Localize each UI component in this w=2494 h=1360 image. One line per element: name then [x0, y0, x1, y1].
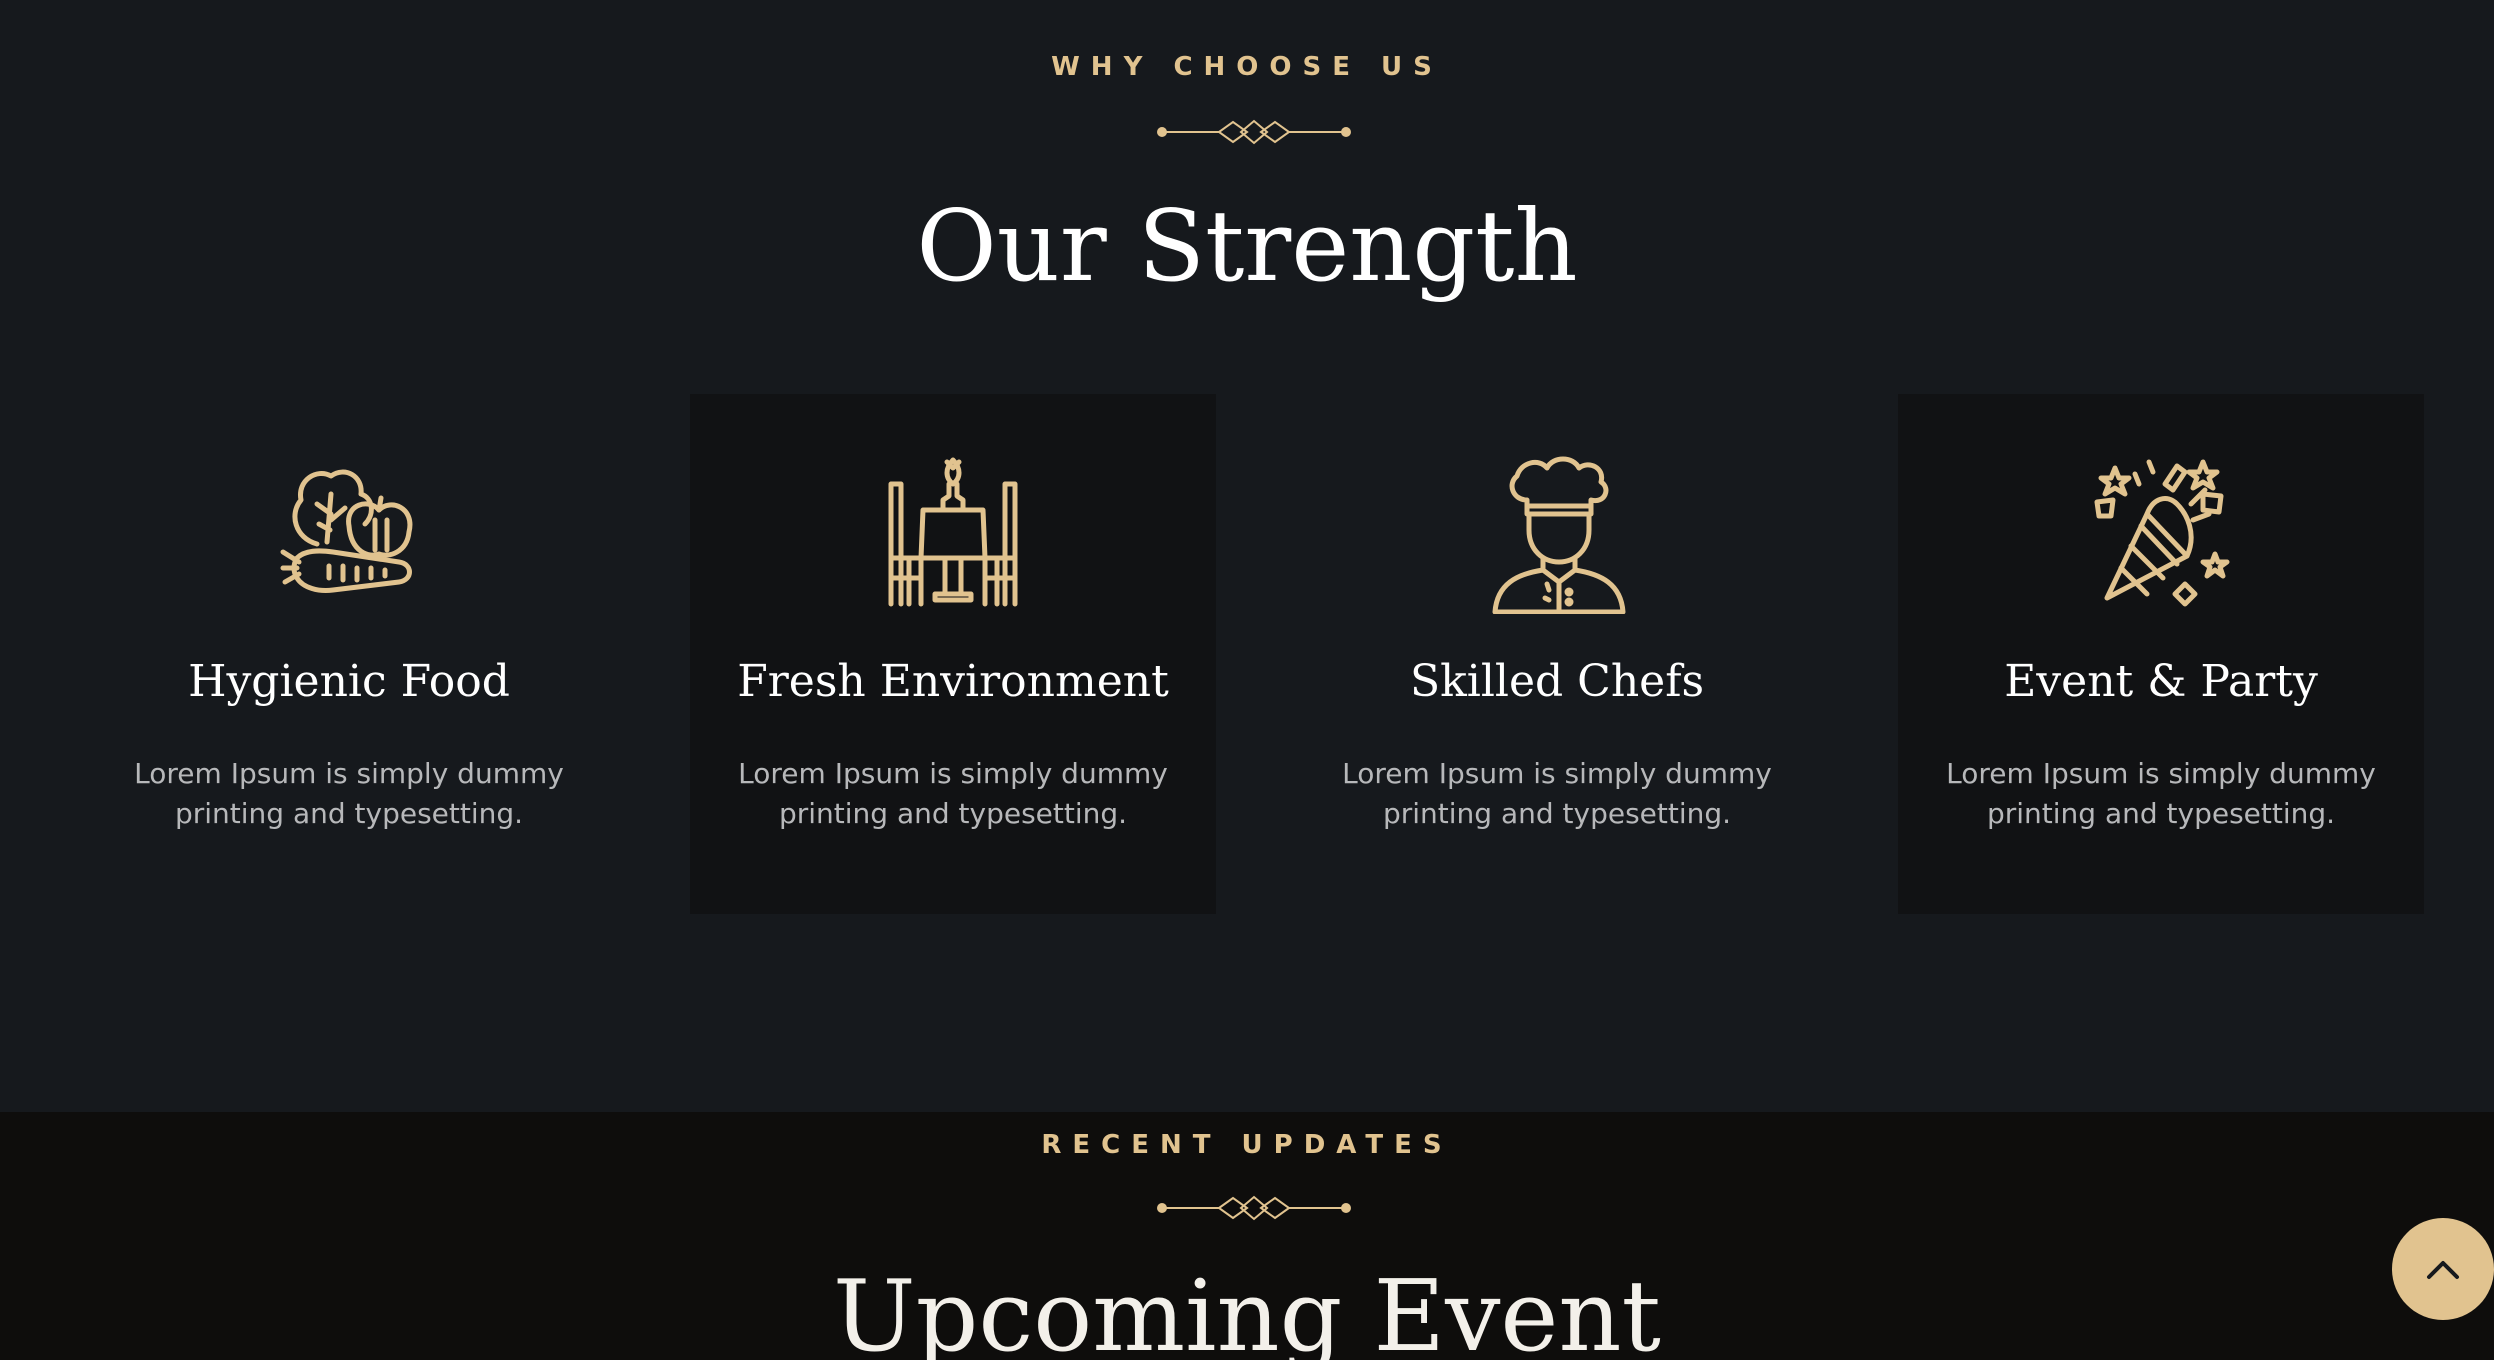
feature-description-line: printing and typesetting. [1986, 797, 2336, 830]
vegetables-icon [280, 469, 413, 593]
feature-description: Lorem Ipsum is simply dummy printing and… [730, 754, 1176, 834]
updates-section: RECENT UPDATES Upcoming Event [0, 1112, 2494, 1360]
scroll-to-top-button[interactable] [2392, 1218, 2494, 1320]
feature-description-line: Lorem Ipsum is simply dummy [1946, 757, 2376, 790]
feature-cards: Hygienic Food Lorem Ipsum is simply dumm… [86, 394, 2424, 914]
feature-description: Lorem Ipsum is simply dummy printing and… [1938, 754, 2384, 834]
feature-card-hygienic-food: Hygienic Food Lorem Ipsum is simply dumm… [86, 394, 612, 914]
chef-icon [1492, 456, 1626, 614]
section-heading: Our Strength [916, 190, 1578, 304]
section-eyebrow: RECENT UPDATES [1041, 1130, 1453, 1160]
feature-description-line: Lorem Ipsum is simply dummy [134, 757, 564, 790]
feature-card-skilled-chefs: Skilled Chefs Lorem Ipsum is simply dumm… [1294, 394, 1820, 914]
feature-description-line: Lorem Ipsum is simply dummy [1342, 757, 1772, 790]
feature-title: Event & Party [2004, 656, 2318, 707]
party-popper-icon [2094, 459, 2230, 607]
ornament-divider-icon [1157, 1195, 1351, 1221]
feature-card-fresh-environment: Fresh Environment Lorem Ipsum is simply … [690, 394, 1216, 914]
feature-description: Lorem Ipsum is simply dummy printing and… [126, 754, 572, 834]
dining-table-icon [888, 457, 1018, 607]
section-eyebrow: WHY CHOOSE US [1051, 52, 1443, 82]
feature-card-event-party: Event & Party Lorem Ipsum is simply dumm… [1898, 394, 2424, 914]
chevron-up-icon [2427, 1261, 2459, 1279]
section-heading: Upcoming Event [833, 1260, 1661, 1360]
strength-section: WHY CHOOSE US Our Strength Hygienic Food… [0, 0, 2494, 1112]
feature-description-line: printing and typesetting. [174, 797, 524, 830]
feature-title: Hygienic Food [188, 656, 510, 707]
feature-description-line: Lorem Ipsum is simply dummy [738, 757, 1168, 790]
feature-description: Lorem Ipsum is simply dummy printing and… [1334, 754, 1780, 834]
feature-title: Fresh Environment [737, 656, 1169, 707]
ornament-divider-icon [1157, 119, 1351, 145]
feature-title: Skilled Chefs [1409, 656, 1705, 707]
feature-description-line: printing and typesetting. [1382, 797, 1732, 830]
feature-description-line: printing and typesetting. [778, 797, 1128, 830]
